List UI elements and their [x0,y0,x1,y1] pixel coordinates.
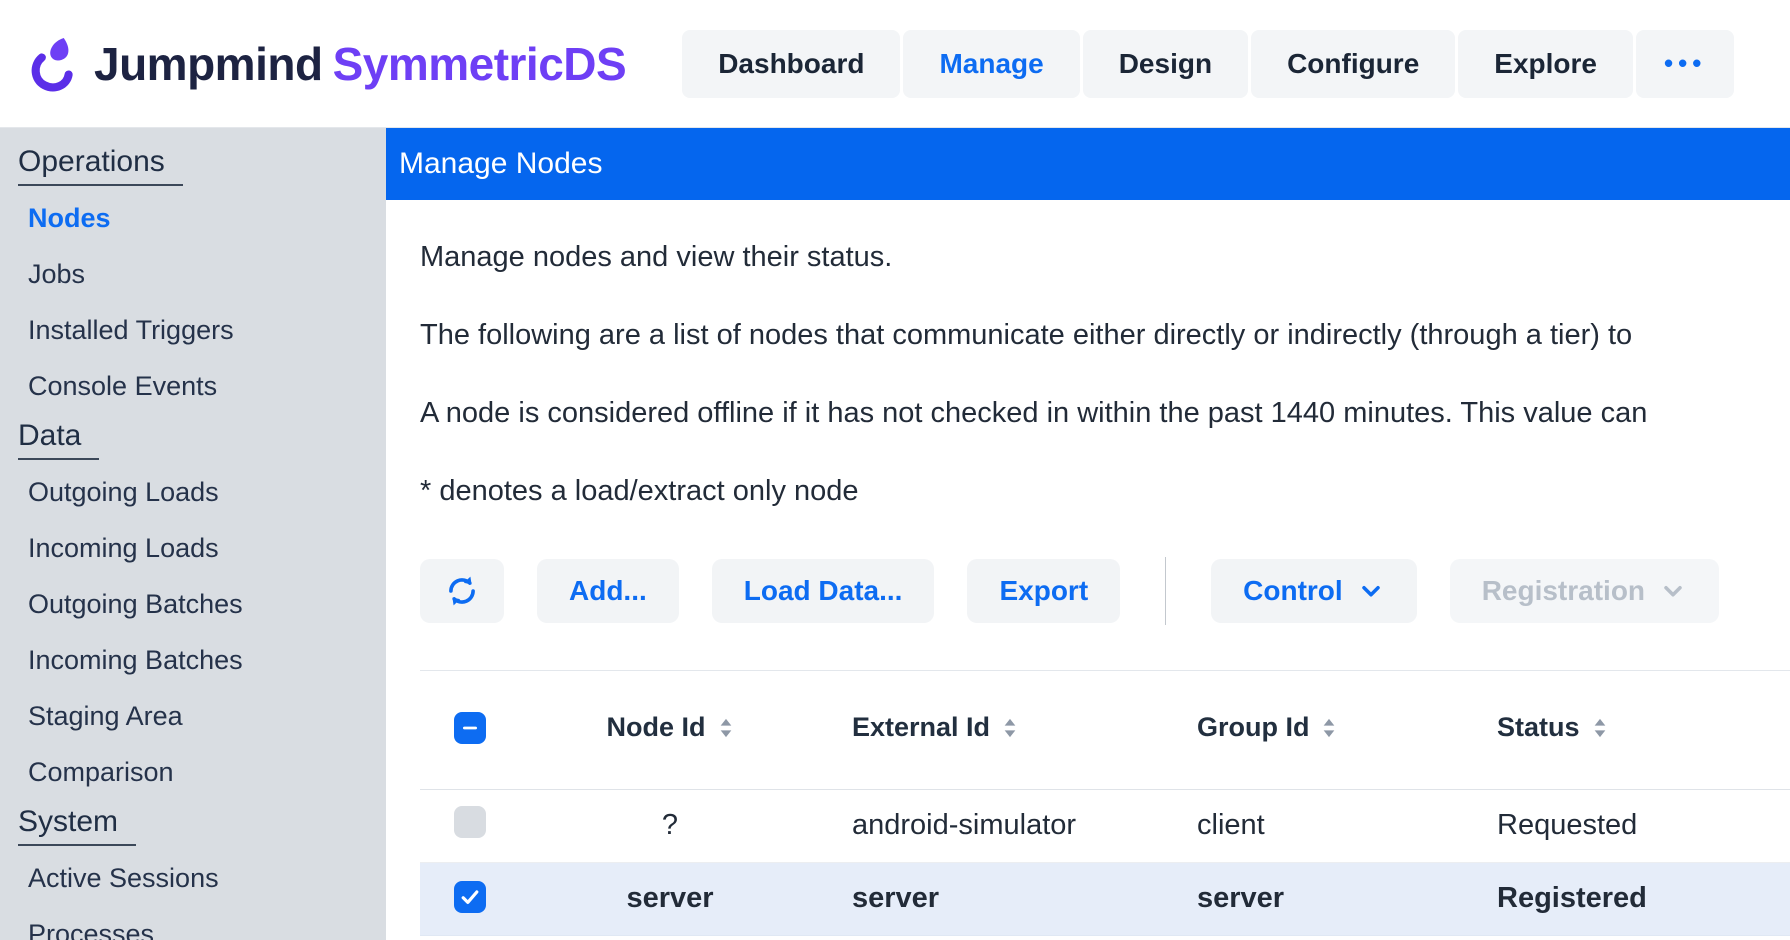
sidebar-item-outgoing-loads[interactable]: Outgoing Loads [0,464,386,520]
toolbar-divider [1165,557,1166,625]
sort-icon[interactable] [1592,716,1608,747]
brand-text: JumpmindSymmetricDS [94,37,626,91]
main-panel: Manage Nodes Manage nodes and view their… [386,128,1790,940]
section-title-label: System [18,805,136,846]
chevron-down-icon [1659,577,1687,605]
tab-manage[interactable]: Manage [903,30,1079,98]
description-text: The following are a list of nodes that c… [420,314,1790,356]
load-data-button[interactable]: Load Data... [712,559,935,623]
intro-text: Manage nodes and view their status. [420,236,1790,278]
sidebar-item-outgoing-batches[interactable]: Outgoing Batches [0,576,386,632]
refresh-icon [444,573,480,609]
refresh-button[interactable] [420,559,504,623]
sort-icon[interactable] [1321,716,1337,747]
top-nav: Dashboard Manage Design Configure Explor… [682,30,1734,98]
jumpmind-logo-icon [28,33,80,95]
column-header-external-id[interactable]: External Id [820,671,1165,789]
control-dropdown-label: Control [1243,575,1343,607]
export-button[interactable]: Export [967,559,1120,623]
select-all-cell [420,671,520,789]
sidebar-item-installed-triggers[interactable]: Installed Triggers [0,302,386,358]
sidebar-item-console-events[interactable]: Console Events [0,358,386,414]
sidebar-item-jobs[interactable]: Jobs [0,246,386,302]
indeterminate-icon [458,716,482,740]
cell-group-id: server [1165,862,1465,935]
sidebar-section-data: Data [18,414,386,464]
cell-status: Requested [1465,789,1790,862]
page-content: Manage nodes and view their status. The … [386,200,1790,936]
tab-design[interactable]: Design [1083,30,1248,98]
column-header-status[interactable]: Status [1465,671,1790,789]
table-header-row: Node Id External Id Group Id Status [420,671,1790,789]
row-select-cell [420,789,520,862]
sort-icon[interactable] [718,716,734,747]
sidebar-item-incoming-loads[interactable]: Incoming Loads [0,520,386,576]
select-all-checkbox[interactable] [454,712,486,744]
sidebar-section-operations: Operations [18,140,386,190]
table-row[interactable]: ? android-simulator client Requested [420,789,1790,862]
nodes-table: Node Id External Id Group Id Status [420,670,1790,936]
sidebar-section-system: System [18,800,386,850]
cell-node-id: server [520,862,820,935]
tab-explore[interactable]: Explore [1458,30,1633,98]
control-dropdown[interactable]: Control [1211,559,1417,623]
column-label: Group Id [1197,712,1309,742]
tab-dashboard[interactable]: Dashboard [682,30,900,98]
cell-node-id: ? [520,789,820,862]
add-button[interactable]: Add... [537,559,679,623]
column-header-group-id[interactable]: Group Id [1165,671,1465,789]
brand-company: Jumpmind [94,38,323,90]
tab-overflow-menu-icon[interactable]: ••• [1636,30,1734,98]
tab-configure[interactable]: Configure [1251,30,1455,98]
cell-group-id: client [1165,789,1465,862]
brand-product: SymmetricDS [333,38,627,90]
sidebar: Operations Nodes Jobs Installed Triggers… [0,128,386,940]
sort-icon[interactable] [1002,716,1018,747]
checkmark-icon [458,885,482,909]
cell-external-id: server [820,862,1165,935]
registration-dropdown: Registration [1450,559,1719,623]
sidebar-item-active-sessions[interactable]: Active Sessions [0,850,386,906]
page-title: Manage Nodes [386,128,1790,200]
section-title-label: Operations [18,145,183,186]
column-header-node-id[interactable]: Node Id [520,671,820,789]
column-label: Node Id [607,712,706,742]
sidebar-item-processes[interactable]: Processes [0,906,386,940]
row-checkbox[interactable] [454,806,486,838]
section-title-label: Data [18,419,99,460]
table-row[interactable]: server server server Registered [420,862,1790,935]
cell-status: Registered [1465,862,1790,935]
cell-external-id: android-simulator [820,789,1165,862]
registration-dropdown-label: Registration [1482,575,1645,607]
footnote-text: * denotes a load/extract only node [420,470,1790,512]
column-label: External Id [852,712,990,742]
nodes-toolbar: Add... Load Data... Export Control Regis… [420,557,1790,625]
chevron-down-icon [1357,577,1385,605]
sidebar-item-incoming-batches[interactable]: Incoming Batches [0,632,386,688]
app-header: JumpmindSymmetricDS Dashboard Manage Des… [0,0,1790,128]
row-checkbox[interactable] [454,881,486,913]
sidebar-item-comparison[interactable]: Comparison [0,744,386,800]
sidebar-item-nodes[interactable]: Nodes [0,190,386,246]
column-label: Status [1497,712,1580,742]
app-logo: JumpmindSymmetricDS [28,33,626,95]
sidebar-item-staging-area[interactable]: Staging Area [0,688,386,744]
offline-info-text: A node is considered offline if it has n… [420,392,1790,434]
row-select-cell [420,862,520,935]
